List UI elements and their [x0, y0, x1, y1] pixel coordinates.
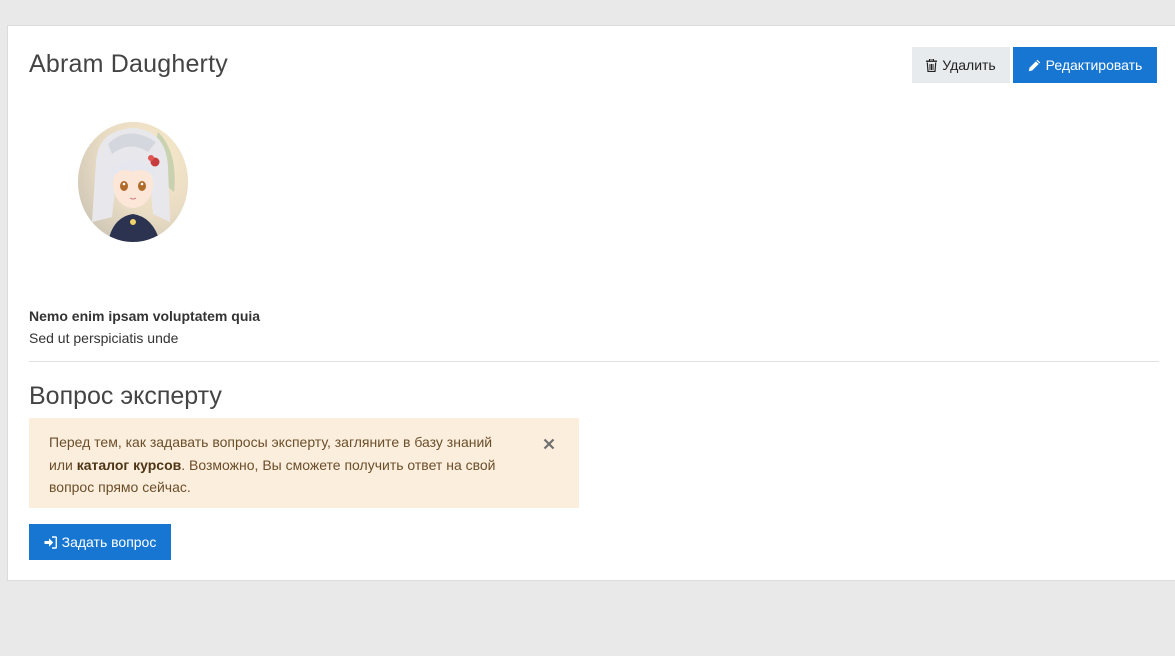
info-alert: Перед тем, как задавать вопросы эксперту…	[29, 418, 579, 508]
profile-card: Abram Daugherty Удалить Редактировать Ne…	[7, 25, 1175, 581]
avatar	[78, 122, 188, 242]
ask-question-label: Задать вопрос	[61, 534, 157, 550]
bio: Nemo enim ipsam voluptatem quia Sed ut p…	[29, 305, 260, 349]
bio-title: Nemo enim ipsam voluptatem quia	[29, 308, 261, 324]
edit-button[interactable]: Редактировать	[1013, 47, 1157, 83]
sign-in-icon	[44, 535, 57, 549]
edit-button-label: Редактировать	[1045, 57, 1143, 73]
delete-button[interactable]: Удалить	[912, 47, 1010, 83]
page-title: Abram Daugherty	[29, 50, 228, 78]
close-icon[interactable]	[543, 434, 557, 450]
section-title: Вопрос эксперту	[29, 382, 222, 410]
pencil-icon	[1028, 59, 1041, 72]
catalog-link[interactable]: каталог курсов	[77, 457, 182, 473]
ask-question-button[interactable]: Задать вопрос	[29, 524, 171, 560]
delete-button-label: Удалить	[942, 57, 996, 73]
trash-icon	[926, 58, 938, 72]
divider	[29, 361, 1159, 362]
bio-subtitle: Sed ut perspiciatis unde	[29, 330, 179, 346]
